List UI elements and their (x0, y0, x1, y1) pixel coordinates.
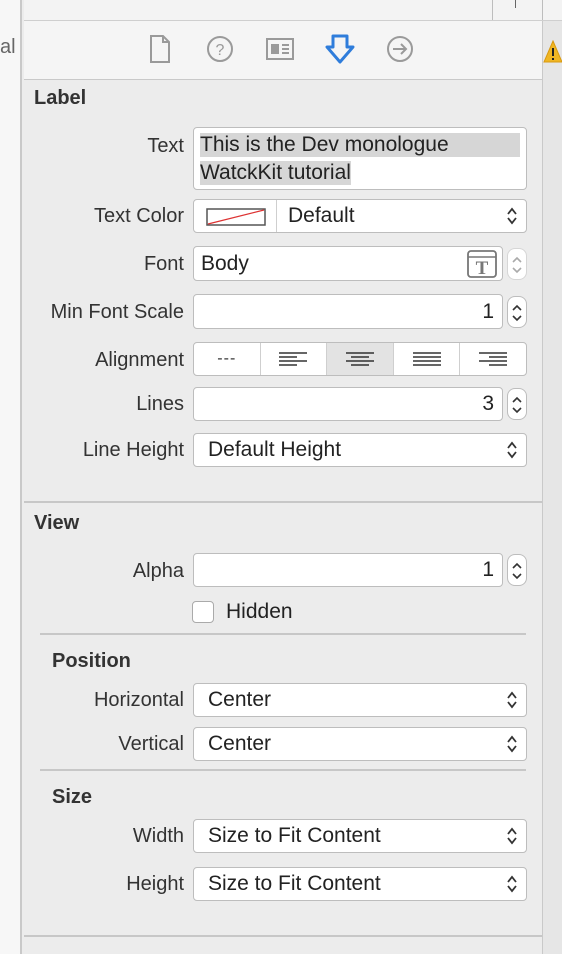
hidden-checkbox[interactable] (192, 601, 214, 623)
align-right-icon (479, 352, 508, 366)
text-line-1: This is the Dev monologue (200, 133, 520, 157)
font-size-stepper[interactable] (507, 248, 527, 280)
vertical-label: Vertical (118, 733, 184, 755)
line-height-value: Default Height (208, 438, 342, 461)
line-height-popup[interactable]: Default Height (193, 433, 527, 467)
section-divider (24, 935, 542, 937)
lines-label: Lines (136, 393, 184, 415)
stepper-arrows-icon (512, 256, 522, 274)
chevron-updown-icon (507, 441, 517, 459)
chevron-updown-icon (507, 875, 517, 893)
text-line-2: WatckKit tutorial (200, 161, 351, 185)
file-icon (150, 35, 170, 63)
tab-attributes-inspector[interactable] (324, 33, 356, 65)
height-label: Height (126, 873, 184, 895)
stepper-arrows-icon (512, 304, 522, 322)
lines-field[interactable]: 3 (193, 387, 503, 421)
align-right-segment[interactable] (460, 343, 526, 375)
font-field[interactable]: Body T (193, 246, 503, 281)
connections-icon (387, 36, 413, 62)
alignment-segmented-control[interactable]: --- (193, 342, 527, 376)
hidden-label: Hidden (226, 600, 293, 623)
help-icon: ? (207, 36, 233, 62)
min-font-scale-value: 1 (482, 300, 494, 323)
tab-connections-inspector[interactable] (384, 33, 416, 65)
chevron-updown-icon (507, 827, 517, 845)
chevron-updown-icon (507, 735, 517, 753)
text-area[interactable]: This is the Dev monologue WatckKit tutor… (193, 127, 527, 190)
font-value: Body (201, 252, 249, 275)
height-popup[interactable]: Size to Fit Content (193, 867, 527, 901)
chevron-updown-icon (507, 207, 517, 225)
text-label: Text (147, 135, 184, 157)
color-swatch (206, 208, 266, 226)
left-strip-text-fragment: al (0, 36, 16, 58)
view-section-title: View (34, 512, 80, 534)
subsection-divider (40, 769, 526, 771)
toolbar-divider (542, 0, 543, 20)
width-popup[interactable]: Size to Fit Content (193, 819, 527, 853)
toolbar-tick (515, 0, 516, 8)
alignment-label: Alignment (95, 349, 184, 371)
text-color-value: Default (288, 204, 355, 227)
subsection-divider (40, 633, 526, 635)
svg-text:?: ? (216, 42, 225, 59)
min-font-scale-label: Min Font Scale (50, 301, 184, 323)
align-natural-label: --- (217, 350, 237, 367)
svg-text:T: T (476, 258, 489, 278)
tab-file-inspector[interactable] (144, 33, 176, 65)
width-value: Size to Fit Content (208, 824, 381, 847)
vertical-popup[interactable]: Center (193, 727, 527, 761)
align-justified-segment[interactable] (394, 343, 461, 375)
tab-identity-inspector[interactable] (264, 33, 296, 65)
size-subtitle: Size (52, 786, 93, 808)
label-section-title: Label (34, 87, 87, 109)
stepper-arrows-icon (512, 396, 522, 414)
alpha-value: 1 (482, 558, 494, 581)
font-label: Font (143, 253, 184, 275)
lines-stepper[interactable] (507, 388, 527, 420)
horizontal-popup[interactable]: Center (193, 683, 527, 717)
font-picker-icon[interactable]: T (467, 250, 497, 278)
alpha-stepper[interactable] (507, 554, 527, 586)
lines-value: 3 (482, 392, 494, 415)
inspector-tab-bar: ? (24, 21, 542, 80)
top-toolbar (24, 0, 562, 21)
horizontal-value: Center (208, 688, 272, 711)
vertical-value: Center (208, 732, 272, 755)
stepper-arrows-icon (512, 562, 522, 580)
toolbar-divider (492, 0, 493, 20)
height-value: Size to Fit Content (208, 872, 381, 895)
section-divider (24, 501, 542, 503)
chevron-updown-icon (507, 691, 517, 709)
min-font-scale-stepper[interactable] (507, 296, 527, 328)
line-height-label: Line Height (82, 439, 184, 461)
align-justified-icon (412, 352, 441, 366)
alpha-label: Alpha (132, 560, 184, 582)
identity-icon (266, 38, 294, 60)
attributes-icon (325, 34, 355, 64)
right-canvas-strip (542, 21, 562, 954)
position-subtitle: Position (52, 650, 131, 672)
alpha-field[interactable]: 1 (193, 553, 503, 587)
align-left-icon (279, 352, 308, 366)
tab-quick-help[interactable]: ? (204, 33, 236, 65)
warning-icon[interactable] (543, 39, 562, 69)
text-color-label: Text Color (93, 205, 184, 227)
horizontal-label: Horizontal (93, 689, 184, 711)
align-center-segment[interactable] (327, 343, 394, 375)
color-popup-divider (276, 200, 277, 232)
align-natural-segment[interactable]: --- (194, 343, 261, 375)
align-center-icon (345, 352, 374, 366)
align-left-segment[interactable] (261, 343, 328, 375)
width-label: Width (132, 825, 184, 847)
text-color-popup[interactable]: Default (193, 199, 527, 233)
min-font-scale-field[interactable]: 1 (193, 294, 503, 329)
